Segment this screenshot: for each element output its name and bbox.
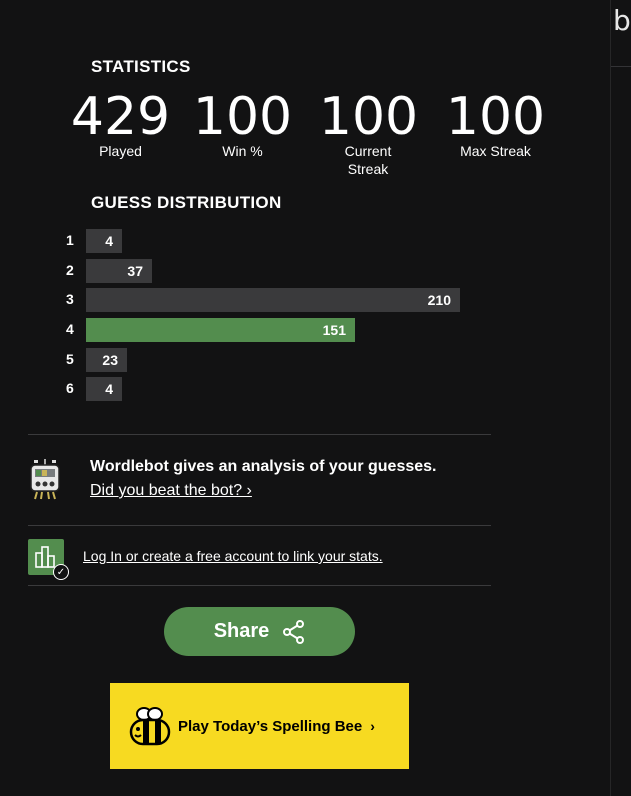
guess-number: 2	[66, 261, 74, 278]
distribution-bar: 4	[86, 229, 122, 253]
distribution-bar: 37	[86, 258, 152, 283]
guess-number: 3	[66, 291, 74, 308]
stat-played: 429 Played	[58, 88, 183, 160]
stat-value: 100	[318, 87, 419, 147]
stat-value: 100	[192, 87, 293, 147]
wordlebot-promo[interactable]: Wordlebot gives an analysis of your gues…	[28, 440, 491, 520]
distribution-bar: 23	[86, 347, 127, 372]
checkmark-badge-icon: ✓	[53, 564, 69, 580]
distribution-row: 2 37	[66, 258, 486, 283]
stat-max-streak: 100 Max Streak	[433, 88, 558, 160]
statistics-row: 429 Played 100 Win % 100 Current Streak …	[58, 88, 558, 178]
distribution-bar: 151	[86, 318, 355, 343]
stat-current-streak: 100 Current Streak	[306, 88, 431, 178]
panel-partial-glyph: b	[613, 4, 631, 37]
divider	[28, 585, 491, 586]
divider	[28, 434, 491, 435]
spelling-bee-button[interactable]: Play Today’s Spelling Bee ›	[110, 683, 409, 769]
stat-value: 100	[445, 87, 546, 147]
distribution-bar: 4	[86, 377, 122, 402]
bee-icon	[129, 707, 171, 746]
distribution-row: 14	[66, 229, 486, 253]
panel-divider	[611, 66, 631, 67]
background-panel-edge: b	[610, 0, 631, 796]
distribution-row: 5 23	[66, 347, 486, 372]
distribution-bar: 210	[86, 288, 460, 313]
stat-value: 429	[70, 87, 171, 147]
wordlebot-title: Wordlebot gives an analysis of your gues…	[90, 458, 437, 475]
divider	[28, 525, 491, 526]
share-label: Share	[213, 620, 270, 642]
guess-distribution-title: GUESS DISTRIBUTION	[91, 193, 282, 212]
guess-number: 6	[66, 380, 74, 397]
share-icon	[283, 619, 305, 644]
chevron-right-icon: ›	[370, 718, 375, 734]
statistics-title: STATISTICS	[91, 57, 191, 76]
distribution-row: 4 151	[66, 318, 486, 343]
distribution-row: 3 210	[66, 288, 486, 313]
guess-number: 5	[66, 350, 74, 367]
guess-number: 1	[66, 232, 74, 248]
guess-distribution: 1 4 2 37 3 210 4 151 5 23 6 4	[66, 229, 486, 407]
wordlebot-link[interactable]: Did you beat the bot? ›	[90, 482, 252, 500]
spelling-bee-label: Play Today’s Spelling Bee	[178, 717, 363, 735]
distribution-row: 64	[66, 377, 486, 402]
wordlebot-icon	[30, 459, 60, 500]
stat-label: Current Streak	[344, 143, 392, 177]
share-button[interactable]: Share	[164, 607, 355, 656]
stat-win-percent: 100 Win %	[180, 88, 305, 160]
login-link[interactable]: Log In or create a free account to link …	[83, 548, 383, 564]
guess-number: 4	[66, 321, 74, 338]
